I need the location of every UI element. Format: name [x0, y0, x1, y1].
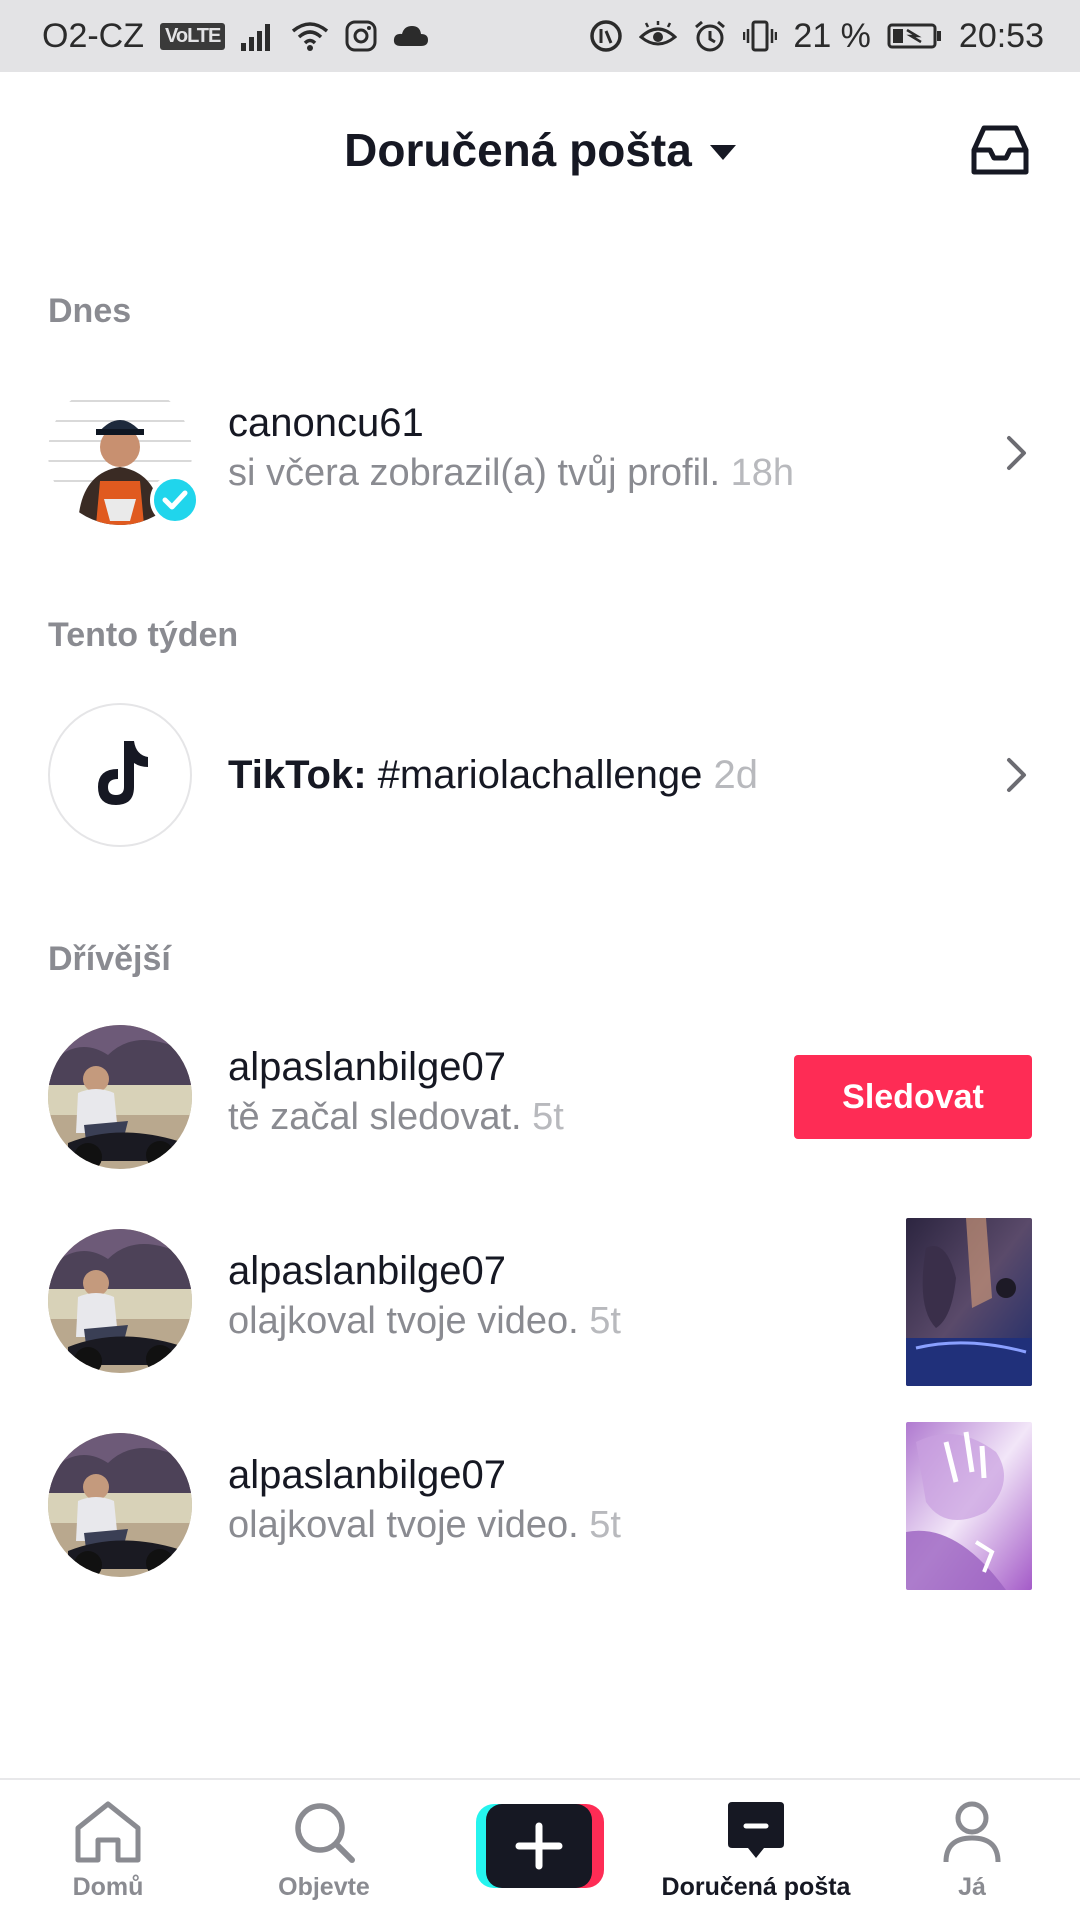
clock-time: 20:53 [958, 16, 1044, 55]
nav-me-label: Já [958, 1873, 986, 1901]
notification-message: #mariolachallenge [377, 753, 703, 797]
verified-badge-icon [150, 475, 200, 525]
page-title: Doručená pošta [344, 124, 692, 176]
notification-text: canoncu61 si včera zobrazil(a) tvůj prof… [228, 398, 794, 498]
notification-username: canoncu61 [228, 401, 424, 445]
section-label-this-week: Tento týden [48, 616, 239, 654]
alarm-icon [693, 19, 727, 53]
video-thumbnail[interactable] [906, 1422, 1032, 1590]
notification-like[interactable]: alpaslanbilge07 olajkoval tvoje video. 5… [0, 1422, 1080, 1590]
eye-icon [639, 21, 678, 51]
instagram-icon [345, 20, 377, 52]
notification-profile-view[interactable]: canoncu61 si včera zobrazil(a) tvůj prof… [0, 378, 1080, 528]
avatar[interactable] [48, 1229, 192, 1373]
notification-text: TikTok: #mariolachallenge 2d [228, 750, 758, 800]
section-label-today: Dnes [48, 292, 132, 330]
avatar[interactable] [48, 1433, 192, 1577]
notification-follow[interactable]: alpaslanbilge07 tě začal sledovat. 5t Sl… [0, 1022, 1080, 1172]
vibrate-icon [743, 19, 778, 53]
inbox-filter-dropdown[interactable]: Doručená pošta [344, 123, 736, 177]
notification-sender: TikTok: [228, 753, 367, 797]
chevron-right-icon[interactable] [1004, 433, 1030, 473]
notification-message: tě začal sledovat. [228, 1096, 522, 1138]
tiktok-avatar[interactable] [48, 703, 192, 847]
chevron-right-icon[interactable] [1004, 755, 1030, 795]
signal-icon [241, 21, 275, 51]
inbox-header: Doručená pošta [0, 72, 1080, 228]
video-thumbnail[interactable] [906, 1218, 1032, 1386]
nav-inbox-label: Doručená pošta [661, 1873, 851, 1901]
notification-message: si včera zobrazil(a) tvůj profil. [228, 452, 721, 494]
notification-username: alpaslanbilge07 [228, 1249, 507, 1293]
nav-home[interactable]: Domů [0, 1800, 218, 1902]
caret-down-icon [709, 144, 736, 160]
follow-button[interactable]: Sledovat [794, 1055, 1032, 1139]
tiktok-logo-icon [88, 737, 152, 814]
notification-text: alpaslanbilge07 olajkoval tvoje video. 5… [228, 1246, 621, 1346]
avatar[interactable] [48, 1025, 192, 1169]
notification-tiktok[interactable]: TikTok: #mariolachallenge 2d [0, 700, 1080, 850]
notification-message: olajkoval tvoje video. [228, 1504, 579, 1546]
data-saver-icon [589, 19, 623, 53]
search-icon [288, 1800, 360, 1869]
bottom-navigation: Domů Objevte Doručená pošta Já [0, 1778, 1080, 1920]
battery-percent: 21 % [793, 16, 871, 55]
battery-charging-icon [887, 22, 943, 50]
notification-time: 2d [713, 753, 758, 797]
section-label-earlier: Dřívější [48, 940, 171, 978]
nav-discover-label: Objevte [278, 1873, 370, 1901]
nav-me[interactable]: Já [862, 1800, 1080, 1902]
notification-time: 5t [532, 1096, 564, 1138]
nav-discover[interactable]: Objevte [214, 1800, 434, 1902]
nav-inbox[interactable]: Doručená pošta [646, 1800, 866, 1902]
notification-time: 18h [730, 452, 795, 494]
notification-username: alpaslanbilge07 [228, 1045, 507, 1089]
create-video-button[interactable] [476, 1804, 604, 1888]
profile-icon [940, 1800, 1004, 1869]
home-icon [72, 1800, 144, 1869]
notification-time: 5t [589, 1300, 621, 1342]
notification-message: olajkoval tvoje video. [228, 1300, 579, 1342]
notification-time: 5t [589, 1504, 621, 1546]
volte-badge: VoLTE [160, 22, 226, 50]
inbox-message-icon [724, 1800, 788, 1869]
carrier-label: O2-CZ [42, 16, 144, 55]
notification-text: alpaslanbilge07 olajkoval tvoje video. 5… [228, 1450, 621, 1550]
direct-messages-icon[interactable] [970, 122, 1030, 178]
wifi-icon [291, 21, 329, 51]
notification-like[interactable]: alpaslanbilge07 olajkoval tvoje video. 5… [0, 1218, 1080, 1386]
cloud-icon [393, 24, 429, 48]
notification-username: alpaslanbilge07 [228, 1453, 507, 1497]
nav-home-label: Domů [72, 1873, 144, 1901]
status-bar: O2-CZ VoLTE 21 % 20:53 [0, 0, 1080, 72]
notification-text: alpaslanbilge07 tě začal sledovat. 5t [228, 1042, 564, 1142]
